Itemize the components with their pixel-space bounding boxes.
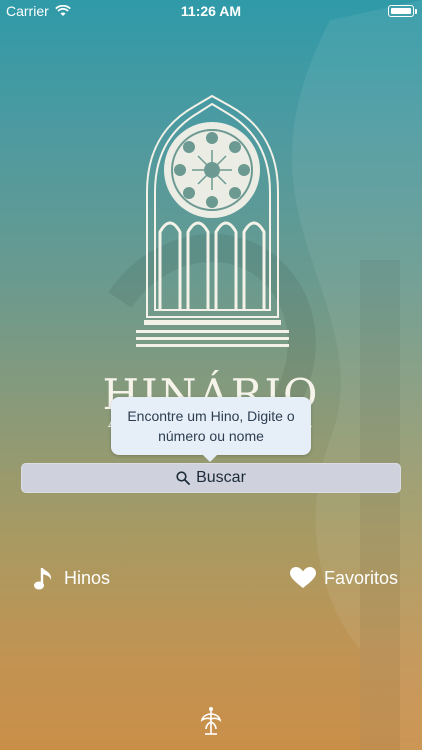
- search-button-label: Buscar: [196, 469, 246, 486]
- search-icon: [176, 471, 190, 485]
- music-note-icon: [34, 568, 52, 590]
- search-tooltip: Encontre um Hino, Digite o número ou nom…: [111, 397, 311, 455]
- status-bar: Carrier 11:26 AM: [0, 0, 422, 22]
- footer-emblem-icon: [200, 707, 222, 735]
- nav-favoritos[interactable]: Favoritos: [289, 564, 398, 592]
- nav-hinos[interactable]: Hinos: [34, 564, 110, 592]
- app-logo: [136, 94, 289, 347]
- heart-icon: [289, 567, 316, 588]
- nav-favoritos-label: Favoritos: [323, 567, 398, 588]
- nav-hinos-label: Hinos: [64, 567, 111, 588]
- search-button[interactable]: Buscar: [21, 463, 401, 493]
- status-time: 11:26 AM: [180, 3, 242, 19]
- battery-icon: [388, 5, 417, 17]
- tooltip-arrow: [202, 454, 218, 462]
